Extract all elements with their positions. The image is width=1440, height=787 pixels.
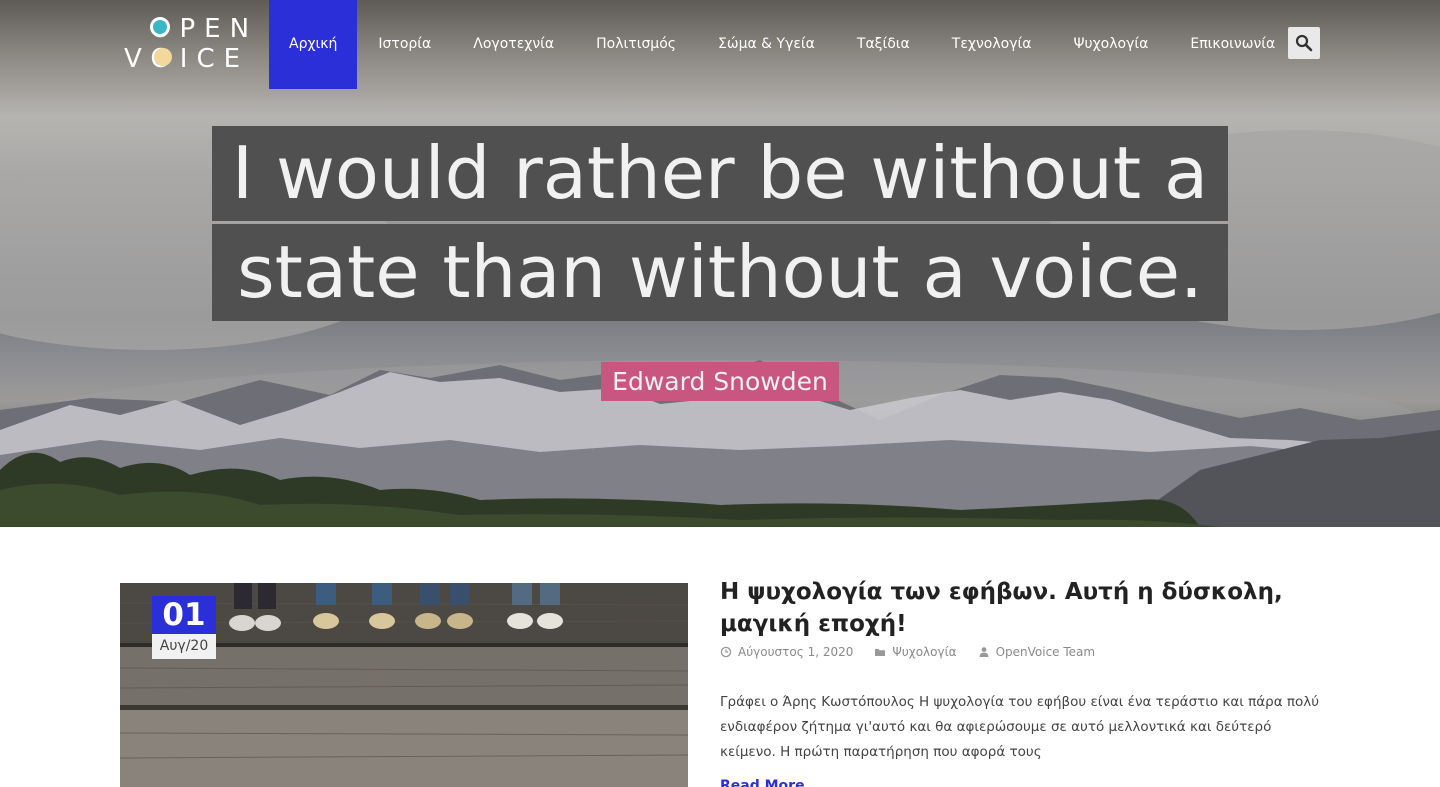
quote-text-line-1: I would rather be without a [231,131,1209,215]
search-button[interactable] [1288,27,1320,59]
quote-author: Edward Snowden [601,362,839,401]
clock-icon [720,646,732,658]
nav-item-psychology[interactable]: Ψυχολογία [1052,0,1169,89]
folder-icon [875,649,886,656]
logo-circle-teal [150,17,170,37]
post-title[interactable]: Η ψυχολογία των εφήβων. Αυτή η δύσκολη, … [720,576,1320,640]
nav-item-technology[interactable]: Τεχνολογία [931,0,1053,89]
post-meta-category[interactable]: Ψυχολογία [874,645,957,659]
post-date-month: Αυγ/20 [152,634,216,659]
post-excerpt: Γράφει ο Άρης Κωστόπουλος Η ψυχολογία το… [720,694,1320,760]
post-author-text: OpenVoice Team [995,645,1096,659]
post-date-day: 01 [152,596,216,634]
logo-circle-yellow [154,48,172,66]
quote-text-line-2: state than without a voice. [237,230,1203,314]
main-navigation: Αρχική Ιστορία Λογοτεχνία Πολιτισμός Σώμ… [269,0,1296,89]
nav-item-culture[interactable]: Πολιτισμός [575,0,697,89]
nav-item-history[interactable]: Ιστορία [357,0,452,89]
nav-item-contact[interactable]: Επικοινωνία [1169,0,1296,89]
quote-line-2: state than without a voice. [212,224,1228,321]
post-meta: Αύγουστος 1, 2020 Ψυχολογία OpenVoice Te… [720,645,1116,659]
nav-item-travel[interactable]: Ταξίδια [836,0,931,89]
nav-item-body-health[interactable]: Σώμα & Υγεία [697,0,836,89]
post-date-text: Αύγουστος 1, 2020 [738,645,854,659]
nav-item-literature[interactable]: Λογοτεχνία [452,0,575,89]
read-more-link[interactable]: Read More [720,776,805,787]
post-meta-date[interactable]: Αύγουστος 1, 2020 [720,645,853,659]
quote-line-1: I would rather be without a [212,126,1228,221]
site-header: OPEN VOICE Αρχική Ιστορία Λογοτεχνία Πολ… [0,0,1440,89]
post-category-text: Ψυχολογία [892,645,957,659]
post-date-badge: 01 Αυγ/20 [152,596,216,659]
search-icon [1295,34,1313,52]
nav-item-home[interactable]: Αρχική [269,0,358,89]
post-meta-author[interactable]: OpenVoice Team [978,645,1096,659]
site-logo[interactable]: OPEN VOICE [124,14,249,74]
user-icon [979,647,989,657]
logo-line-2: VOICE [124,44,250,74]
